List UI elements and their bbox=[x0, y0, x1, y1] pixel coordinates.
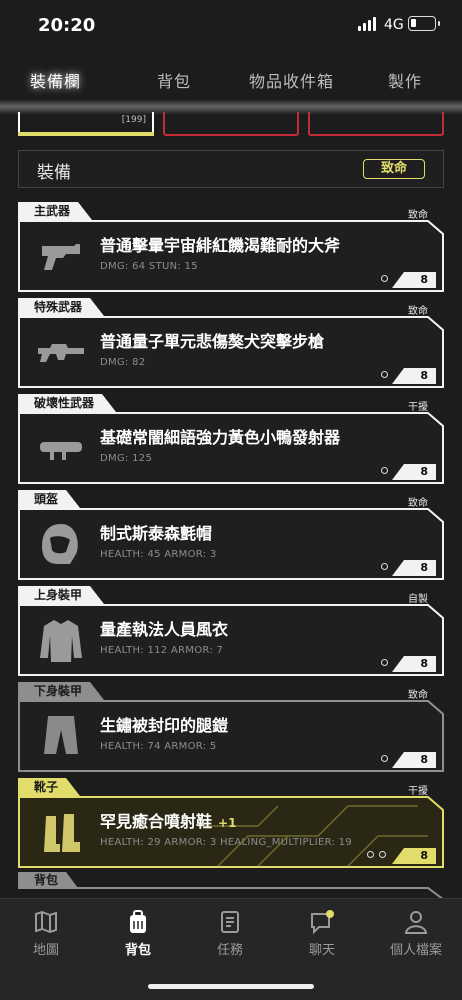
nav-backpack[interactable]: 背包 bbox=[92, 909, 184, 969]
item-stats: DMG: 64 STUN: 15 bbox=[100, 261, 198, 272]
item-stats: HEALTH: 45 ARMOR: 3 bbox=[100, 549, 217, 560]
mod-slot-icon bbox=[381, 467, 388, 474]
slot-label: 上身裝甲 bbox=[18, 586, 104, 604]
battery-icon bbox=[408, 16, 440, 31]
item-stats: HEALTH: 29 ARMOR: 3 HEALING_MULTIPLIER: … bbox=[100, 837, 352, 848]
equipment-slot[interactable]: 下身裝甲 致命 生鏽被封印的腿鎧 HEALTH: 74 ARMOR: 58 bbox=[18, 682, 444, 778]
rarity-badge: 致命 bbox=[363, 159, 425, 179]
item-card[interactable]: 罕見癒合噴射鞋 +1 HEALTH: 29 ARMOR: 3 HEALING_MUL… bbox=[18, 796, 444, 868]
item-count: [199] bbox=[121, 115, 146, 125]
rifle-icon bbox=[36, 330, 86, 374]
status-bar: 20:20 4G bbox=[0, 0, 462, 50]
mod-slot-icon bbox=[381, 563, 388, 570]
item-stats: HEALTH: 74 ARMOR: 5 bbox=[100, 741, 217, 752]
item-name: 普通擊暈宇宙緋紅饑渴難耐的大斧 bbox=[100, 236, 341, 255]
nav-profile[interactable]: 個人檔案 bbox=[370, 909, 462, 969]
rarity-label: 致命 bbox=[408, 210, 428, 221]
top-card-row: [199] bbox=[0, 112, 462, 138]
launcher-icon bbox=[36, 426, 86, 470]
equipment-slot[interactable]: 靴子 干擾罕見癒合噴射鞋 +1 HEALTH: 29 ARMOR: 3 HEALING… bbox=[18, 778, 444, 874]
mod-slot-icon bbox=[381, 659, 388, 666]
item-card[interactable]: 普通擊暈宇宙緋紅饑渴難耐的大斧 DMG: 64 STUN: 15 8 bbox=[18, 220, 444, 292]
rarity-label: 自製 bbox=[408, 594, 428, 605]
item-stats: DMG: 82 bbox=[100, 357, 146, 368]
upgrade-plus: +1 bbox=[218, 816, 237, 830]
equipment-slot[interactable]: 主武器 致命 普通擊暈宇宙緋紅饑渴難耐的大斧 DMG: 64 STUN: 15 8 bbox=[18, 202, 444, 298]
chat-icon bbox=[311, 910, 334, 935]
mod-slot-icon bbox=[381, 371, 388, 378]
item-stats: DMG: 125 bbox=[100, 453, 153, 464]
top-card-3[interactable] bbox=[308, 112, 444, 136]
item-card[interactable]: 生鏽被封印的腿鎧 HEALTH: 74 ARMOR: 58 bbox=[18, 700, 444, 772]
mod-slot-icon bbox=[381, 275, 388, 282]
item-card[interactable]: 制式斯泰森氈帽 HEALTH: 45 ARMOR: 38 bbox=[18, 508, 444, 580]
mod-slot-icon bbox=[381, 755, 388, 762]
tab-backpack[interactable]: 背包 bbox=[157, 68, 191, 92]
rarity-label: 干擾 bbox=[408, 402, 428, 413]
equipment-slot[interactable]: 上身裝甲 自製 量產執法人員風衣 HEALTH: 112 ARMOR: 78 bbox=[18, 586, 444, 682]
signal-icon bbox=[358, 17, 378, 31]
pistol-icon bbox=[36, 234, 86, 278]
pants-icon bbox=[36, 714, 86, 758]
nav-backpack-label: 背包 bbox=[124, 943, 151, 958]
rarity-label: 干擾 bbox=[408, 786, 428, 797]
tab-inbox[interactable]: 物品收件箱 bbox=[249, 68, 334, 92]
backpack-icon bbox=[130, 910, 146, 933]
nav-map[interactable]: 地圖 bbox=[0, 909, 92, 969]
item-card[interactable]: 基礎常闇細語強力黃色小鴨發射器 DMG: 125 8 bbox=[18, 412, 444, 484]
slot-label: 靴子 bbox=[18, 778, 80, 796]
home-indicator bbox=[148, 984, 314, 989]
item-card[interactable]: 普通量子單元悲傷獒犬突擊步槍 DMG: 82 8 bbox=[18, 316, 444, 388]
item-name: 生鏽被封印的腿鎧 bbox=[100, 716, 229, 735]
item-name: 基礎常闇細語強力黃色小鴨發射器 bbox=[100, 428, 341, 447]
slot-label: 下身裝甲 bbox=[18, 682, 104, 700]
section-title: 裝備 bbox=[37, 163, 71, 183]
boots-icon bbox=[36, 810, 86, 854]
equipment-section-header: 裝備 致命 bbox=[18, 150, 444, 188]
item-name: 制式斯泰森氈帽 bbox=[100, 524, 213, 543]
nav-mission-label: 任務 bbox=[216, 943, 243, 958]
slot-label: 主武器 bbox=[18, 202, 92, 220]
mod-slot-icon bbox=[367, 851, 374, 858]
nav-chat[interactable]: 聊天 bbox=[276, 909, 368, 969]
rarity-label: 致命 bbox=[408, 498, 428, 509]
top-card-2[interactable] bbox=[163, 112, 299, 136]
slot-label: 頭盔 bbox=[18, 490, 80, 508]
item-name: 罕見癒合噴射鞋 +1 bbox=[100, 812, 237, 831]
tab-equipment[interactable]: 裝備欄 bbox=[30, 68, 81, 92]
jacket-icon bbox=[36, 618, 86, 662]
network-type: 4G bbox=[384, 17, 404, 33]
item-name: 量產執法人員風衣 bbox=[100, 620, 229, 639]
rarity-label: 致命 bbox=[408, 690, 428, 701]
slot-label: 破壞性武器 bbox=[18, 394, 116, 412]
equipment-slot[interactable]: 特殊武器 致命 普通量子單元悲傷獒犬突擊步槍 DMG: 82 8 bbox=[18, 298, 444, 394]
nav-map-label: 地圖 bbox=[32, 943, 59, 958]
slot-label: 特殊武器 bbox=[18, 298, 104, 316]
item-name: 普通量子單元悲傷獒犬突擊步槍 bbox=[100, 332, 325, 351]
item-card[interactable]: 量產執法人員風衣 HEALTH: 112 ARMOR: 78 bbox=[18, 604, 444, 676]
mod-slot-icon bbox=[379, 851, 386, 858]
nav-chat-label: 聊天 bbox=[308, 943, 335, 958]
top-card-1[interactable]: [199] bbox=[18, 112, 154, 136]
equipment-slot[interactable]: 破壞性武器 干擾 基礎常闇細語強力黃色小鴨發射器 DMG: 125 8 bbox=[18, 394, 444, 490]
tab-crafting[interactable]: 製作 bbox=[388, 68, 422, 92]
rarity-label: 致命 bbox=[408, 306, 428, 317]
helmet-icon bbox=[36, 522, 86, 566]
clock: 20:20 bbox=[38, 15, 96, 36]
nav-profile-label: 個人檔案 bbox=[389, 943, 442, 958]
map-icon bbox=[35, 910, 57, 934]
nav-mission[interactable]: 任務 bbox=[184, 909, 276, 969]
item-stats: HEALTH: 112 ARMOR: 7 bbox=[100, 645, 224, 656]
profile-icon bbox=[404, 911, 428, 934]
top-tab-bar: 裝備欄 背包 物品收件箱 製作 bbox=[0, 60, 462, 100]
equipment-slot[interactable]: 頭盔 致命 制式斯泰森氈帽 HEALTH: 45 ARMOR: 38 bbox=[18, 490, 444, 586]
mission-icon bbox=[221, 911, 239, 933]
